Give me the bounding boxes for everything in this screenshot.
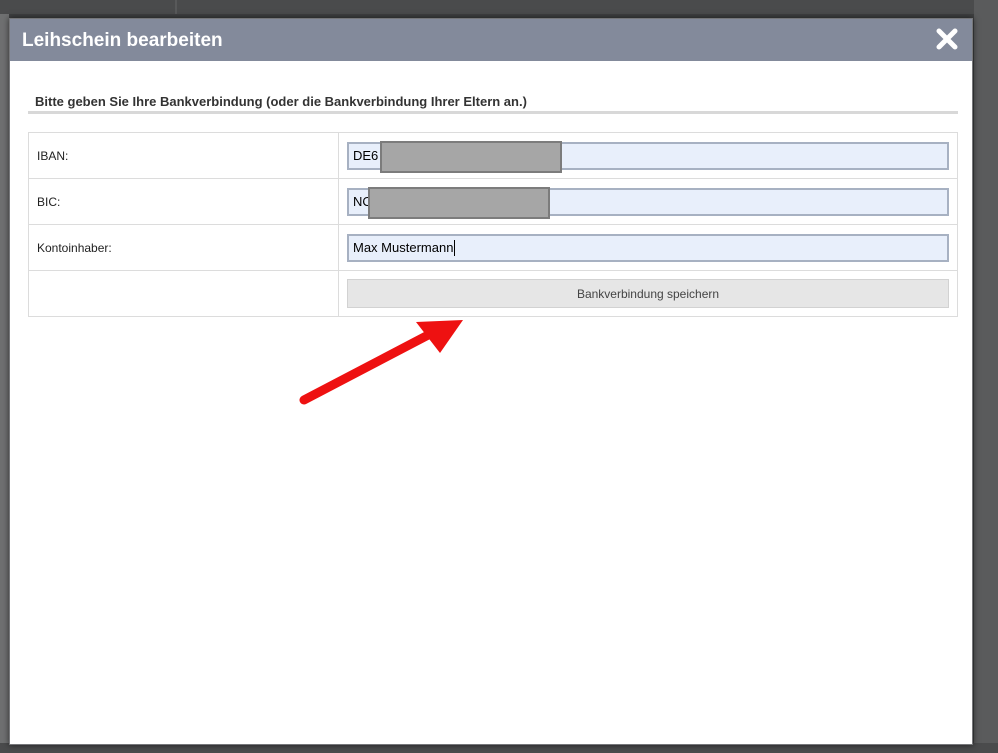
background-left <box>0 0 9 753</box>
action-cell: Bankverbindung speichern <box>338 270 958 317</box>
bank-details-form: IBAN: DE6 BIC: NO Kontoinhaber: Max Must… <box>28 132 958 317</box>
redaction-box <box>368 186 550 219</box>
account-holder-cell: Max Mustermann <box>338 224 958 271</box>
form-row-iban: IBAN: DE6 <box>28 132 958 179</box>
close-icon[interactable] <box>936 28 958 50</box>
iban-cell: DE6 <box>338 132 958 179</box>
empty-label-cell <box>28 270 339 317</box>
form-row-account-holder: Kontoinhaber: Max Mustermann <box>28 224 958 271</box>
bic-input[interactable]: NO <box>347 186 949 219</box>
account-holder-label: Kontoinhaber: <box>28 224 339 271</box>
form-row-bic: BIC: NO <box>28 178 958 225</box>
background-divider <box>175 0 177 14</box>
bic-label: BIC: <box>28 178 339 225</box>
dialog-titlebar: Leihschein bearbeiten <box>10 19 972 61</box>
background-top <box>0 0 998 14</box>
redaction-box <box>380 140 562 173</box>
form-row-actions: Bankverbindung speichern <box>28 270 958 317</box>
text-caret <box>454 239 456 256</box>
dialog-title: Leihschein bearbeiten <box>22 30 223 51</box>
edit-dialog: Leihschein bearbeiten Bitte geben Sie Ih… <box>9 18 973 745</box>
iban-input[interactable]: DE6 <box>347 140 949 173</box>
bic-cell: NO <box>338 178 958 225</box>
background-right <box>974 0 998 753</box>
account-holder-input[interactable]: Max Mustermann <box>347 233 949 262</box>
section-heading: Bitte geben Sie Ihre Bankverbindung (ode… <box>35 94 527 109</box>
save-bank-details-button[interactable]: Bankverbindung speichern <box>347 279 949 308</box>
account-holder-value: Max Mustermann <box>353 240 454 255</box>
heading-divider <box>28 111 958 114</box>
iban-label: IBAN: <box>28 132 339 179</box>
iban-value: DE6 <box>353 148 379 163</box>
